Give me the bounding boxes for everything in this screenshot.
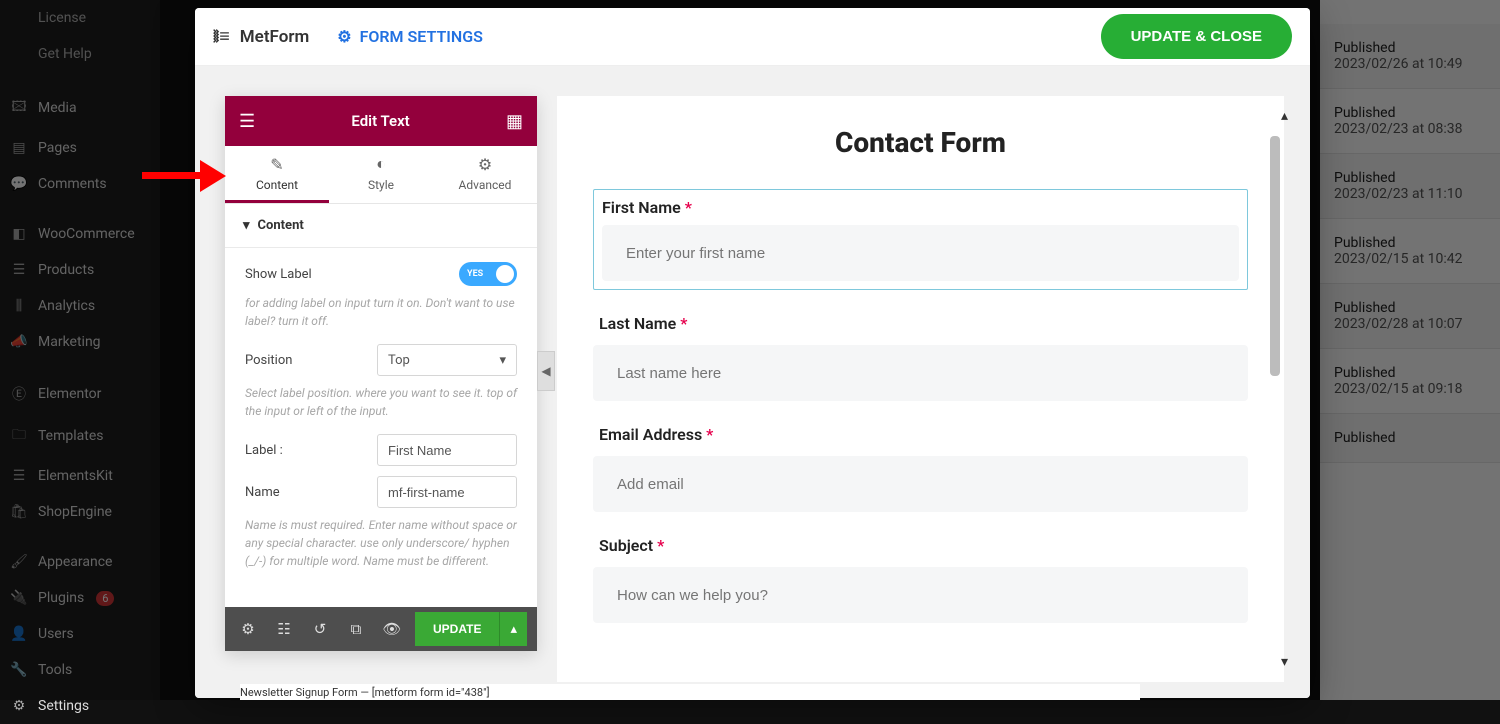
section-body: Show Label YES for adding label on input… [225,248,537,592]
position-help: Select label position. where you want to… [245,384,517,420]
underlying-row-text: Newsletter Signup Form — [metform form i… [240,686,490,699]
field-input[interactable] [593,567,1248,623]
control-show-label: Show Label YES [245,262,517,286]
settings-icon: ⚙ [10,698,28,714]
form-heading: Contact Form [593,126,1248,159]
gear-icon: ⚙ [478,155,492,174]
form-field[interactable]: Subject * [593,536,1248,623]
metform-modal: ⧚≡ MetForm ⚙ FORM SETTINGS UPDATE & CLOS… [195,8,1310,698]
required-asterisk: * [685,198,692,217]
tab-advanced-label: Advanced [459,178,512,192]
field-input[interactable] [593,345,1248,401]
field-label: Subject * [599,536,1248,555]
grid-icon[interactable]: ▦ [506,111,523,132]
toggle-text: YES [467,269,483,279]
contrast-icon: ◐ [376,154,386,174]
chevron-down-icon: ▾ [499,353,506,368]
tab-content[interactable]: ✎ Content [225,146,329,203]
scrollbar[interactable] [1270,136,1280,376]
section-content-header[interactable]: ▾ Content [225,204,537,248]
required-asterisk: * [706,425,713,444]
editor-header: ☰ Edit Text ▦ [225,96,537,146]
responsive-icon[interactable]: ⧉ [343,616,369,642]
toggle-knob [496,265,514,283]
panel-settings-icon[interactable]: ⚙ [235,616,261,642]
section-title: Content [258,218,304,233]
tab-advanced[interactable]: ⚙ Advanced [433,146,537,203]
tab-content-label: Content [256,178,298,192]
form-field[interactable]: First Name * [593,189,1248,290]
sidebar-item-label: Settings [38,698,89,714]
update-close-button[interactable]: UPDATE & CLOSE [1101,14,1292,59]
control-label: Label : [245,434,517,466]
chevron-up-icon: ▴ [510,622,517,637]
scroll-down-indicator: ▾ [1281,654,1288,670]
brand-label: MetForm [240,27,309,47]
form-settings-link[interactable]: ⚙ FORM SETTINGS [337,27,483,46]
label-input[interactable] [377,434,517,466]
required-asterisk: * [657,536,664,555]
tab-style-label: Style [368,178,394,192]
gear-icon: ⚙ [337,27,351,46]
name-help: Name is must required. Enter name withou… [245,516,517,570]
position-value: Top [388,353,410,368]
form-field[interactable]: Last Name * [593,314,1248,401]
brand: ⧚≡ MetForm [213,26,309,47]
label-field-label: Label : [245,443,283,458]
form-settings-label: FORM SETTINGS [360,27,483,46]
preview-canvas[interactable]: Contact Form First Name * Last Name * Em… [557,96,1284,682]
update-dropdown[interactable]: ▴ [499,612,527,646]
hamburger-icon[interactable]: ☰ [239,111,255,132]
editor-tabs: ✎ Content ◐ Style ⚙ Advanced [225,146,537,204]
scroll-up-indicator: ▴ [1281,108,1288,124]
show-label-toggle[interactable]: YES [459,262,517,286]
control-name: Name [245,476,517,508]
tab-style[interactable]: ◐ Style [329,146,433,203]
field-label: Last Name * [599,314,1248,333]
editor-panel: ☰ Edit Text ▦ ✎ Content ◐ Style ⚙ Advanc… [225,96,537,651]
modal-body: ☰ Edit Text ▦ ✎ Content ◐ Style ⚙ Advanc… [195,66,1310,698]
field-input[interactable] [593,456,1248,512]
name-input[interactable] [377,476,517,508]
preview-icon[interactable]: 👁 [379,616,405,642]
pencil-icon: ✎ [270,155,283,174]
form-field[interactable]: Email Address * [593,425,1248,512]
field-label: First Name * [602,198,1247,217]
underlying-row: Newsletter Signup Form — [metform form i… [240,684,1140,700]
metform-logo-icon: ⧚≡ [213,26,230,47]
field-input[interactable] [602,225,1239,281]
annotation-arrow [142,156,230,192]
control-position: Position Top ▾ [245,344,517,376]
collapse-panel-button[interactable]: ◀ [537,351,555,391]
history-icon[interactable]: ↺ [307,616,333,642]
position-select[interactable]: Top ▾ [377,344,517,376]
navigator-icon[interactable]: ☷ [271,616,297,642]
show-label-help: for adding label on input turn it on. Do… [245,294,517,330]
editor-footer: ⚙ ☷ ↺ ⧉ 👁 UPDATE ▴ [225,607,537,651]
field-label: Email Address * [599,425,1248,444]
update-wrap: UPDATE ▴ [415,612,527,646]
editor-title: Edit Text [351,112,409,130]
name-field-label: Name [245,485,280,500]
chevron-down-icon: ▾ [243,218,250,233]
required-asterisk: * [680,314,687,333]
editor-scroll[interactable]: ▾ Content Show Label YES for adding labe… [225,204,537,607]
show-label-label: Show Label [245,267,312,282]
modal-header: ⧚≡ MetForm ⚙ FORM SETTINGS UPDATE & CLOS… [195,8,1310,66]
update-button[interactable]: UPDATE [415,612,499,646]
position-label: Position [245,353,292,368]
